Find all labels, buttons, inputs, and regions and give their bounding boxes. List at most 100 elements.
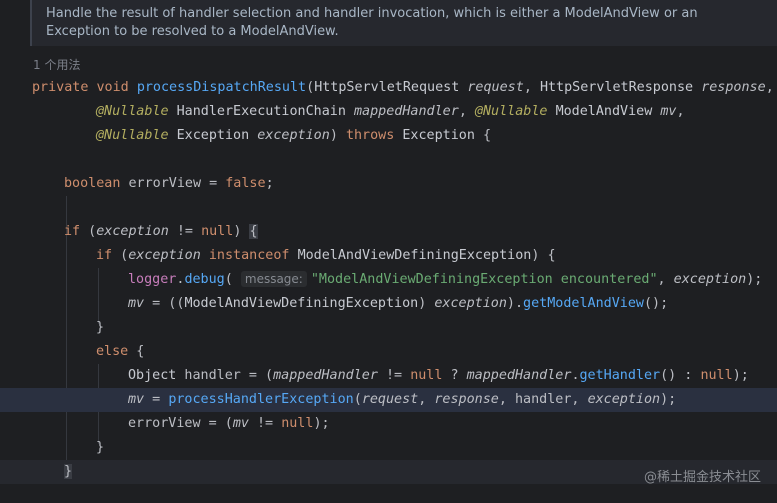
watermark: @稀土掘金技术社区 bbox=[643, 470, 761, 485]
punctuation: , bbox=[657, 272, 674, 287]
method-call: getHandler bbox=[579, 368, 661, 383]
keyword: if bbox=[96, 248, 113, 263]
code-line[interactable]: if (exception instanceof ModelAndViewDef… bbox=[96, 244, 556, 268]
punctuation: (); bbox=[643, 296, 669, 311]
punctuation: ) bbox=[329, 128, 346, 143]
type-name: Exception bbox=[176, 128, 250, 143]
keyword: boolean bbox=[64, 176, 121, 191]
matched-brace: { bbox=[249, 224, 258, 239]
operator: = bbox=[201, 176, 226, 191]
parameter: response bbox=[434, 392, 499, 407]
code-line[interactable]: } bbox=[96, 436, 104, 460]
javadoc-rendered-comment: Handle the result of handler selection a… bbox=[30, 0, 777, 46]
punctuation: ); bbox=[313, 416, 330, 431]
keyword: private bbox=[32, 80, 89, 95]
type-name: Object bbox=[128, 368, 177, 383]
code-line[interactable]: @Nullable Exception exception) throws Ex… bbox=[96, 124, 491, 148]
parameter: mappedHandler bbox=[354, 104, 459, 119]
code-line[interactable]: logger.debug( message: "ModelAndViewDefin… bbox=[128, 268, 762, 292]
parameter: request bbox=[361, 392, 419, 407]
keyword: null bbox=[700, 368, 733, 383]
punctuation: , bbox=[765, 80, 774, 95]
punctuation: ( bbox=[224, 272, 233, 287]
code-line[interactable]: @Nullable HandlerExecutionChain mappedHa… bbox=[96, 100, 685, 124]
punctuation: ). bbox=[506, 296, 524, 311]
punctuation: ) bbox=[233, 224, 250, 239]
keyword: instanceof bbox=[208, 248, 290, 263]
punctuation: ( bbox=[112, 248, 129, 263]
operator: = bbox=[144, 392, 169, 407]
type-name: ModelAndViewDefiningException bbox=[184, 296, 419, 311]
field: logger bbox=[128, 272, 177, 287]
code-line[interactable]: mv = ((ModelAndViewDefiningException) ex… bbox=[128, 292, 668, 316]
keyword: false bbox=[225, 176, 266, 191]
code-line[interactable]: private void processDispatchResult(HttpS… bbox=[32, 76, 774, 100]
operator: != bbox=[248, 416, 282, 431]
brace: { bbox=[483, 128, 492, 143]
code-line[interactable]: } bbox=[96, 316, 104, 340]
punctuation: ( bbox=[80, 224, 97, 239]
method-call: debug bbox=[184, 272, 225, 287]
code-editor[interactable]: Handle the result of handler selection a… bbox=[0, 0, 777, 503]
punctuation: ); bbox=[660, 392, 677, 407]
type-name: Exception bbox=[402, 128, 475, 143]
parameter-name-hint: message: bbox=[240, 271, 307, 287]
matched-brace: } bbox=[64, 464, 73, 479]
parameter: mv bbox=[128, 296, 145, 311]
keyword: throws bbox=[345, 128, 395, 143]
punctuation: ; bbox=[265, 176, 274, 191]
parameter: mappedHandler bbox=[273, 368, 378, 383]
code-line[interactable]: else { bbox=[96, 340, 144, 364]
parameter: exception bbox=[434, 296, 507, 311]
punctuation: ) bbox=[418, 296, 435, 311]
punctuation: ) { bbox=[531, 248, 556, 263]
usages-inlay-link[interactable]: 1 个用法 bbox=[33, 56, 80, 73]
type-name: ModelAndViewDefiningException bbox=[297, 248, 532, 263]
keyword: null bbox=[281, 416, 314, 431]
code-line[interactable]: boolean errorView = false; bbox=[64, 172, 274, 196]
punctuation: , bbox=[418, 392, 435, 407]
parameter: mappedHandler bbox=[466, 368, 572, 383]
punctuation: . bbox=[571, 368, 580, 383]
parameter: request bbox=[467, 80, 524, 95]
brace: } bbox=[96, 440, 105, 455]
code-line[interactable]: mv = processHandlerException(request, re… bbox=[128, 388, 676, 412]
code-line[interactable]: } bbox=[64, 460, 73, 484]
parameter: exception bbox=[673, 272, 747, 287]
parameter: mv bbox=[232, 416, 249, 431]
code-line[interactable]: errorView = (mv != null); bbox=[128, 412, 330, 436]
annotation: @Nullable bbox=[96, 104, 169, 119]
operator: ? bbox=[442, 368, 467, 383]
punctuation: , bbox=[458, 104, 475, 119]
method-name: processDispatchResult bbox=[136, 80, 307, 95]
parameter: mv bbox=[660, 104, 677, 119]
javadoc-line: Exception to be resolved to a ModelAndVi… bbox=[46, 24, 339, 39]
annotation: @Nullable bbox=[474, 104, 548, 119]
method-call: processHandlerException bbox=[168, 392, 354, 407]
parameter: exception bbox=[257, 128, 330, 143]
brace: { bbox=[128, 344, 145, 359]
string-literal: "ModelAndViewDefiningException encounter… bbox=[310, 272, 658, 287]
code-line[interactable]: if (exception != null) { bbox=[64, 220, 258, 244]
parameter: exception bbox=[587, 392, 661, 407]
keyword: null bbox=[410, 368, 443, 383]
type-name: HttpServletResponse bbox=[539, 80, 694, 95]
type-name: HandlerExecutionChain bbox=[176, 104, 346, 119]
annotation: @Nullable bbox=[96, 128, 169, 143]
variable: handler = ( bbox=[176, 368, 274, 383]
operator: = (( bbox=[144, 296, 185, 311]
brace: } bbox=[96, 320, 105, 335]
code-line[interactable]: Object handler = (mappedHandler != null … bbox=[128, 364, 749, 388]
type-name: ModelAndView bbox=[555, 104, 653, 119]
variable: errorView bbox=[128, 176, 202, 191]
operator: != bbox=[168, 224, 202, 239]
punctuation: , handler, bbox=[498, 392, 588, 407]
javadoc-line: Handle the result of handler selection a… bbox=[46, 6, 698, 21]
parameter: exception bbox=[96, 224, 169, 239]
punctuation: ); bbox=[732, 368, 749, 383]
keyword: else bbox=[96, 344, 129, 359]
punctuation: () : bbox=[660, 368, 701, 383]
keyword: if bbox=[64, 224, 81, 239]
punctuation: ); bbox=[746, 272, 763, 287]
type-name: HttpServletRequest bbox=[314, 80, 460, 95]
